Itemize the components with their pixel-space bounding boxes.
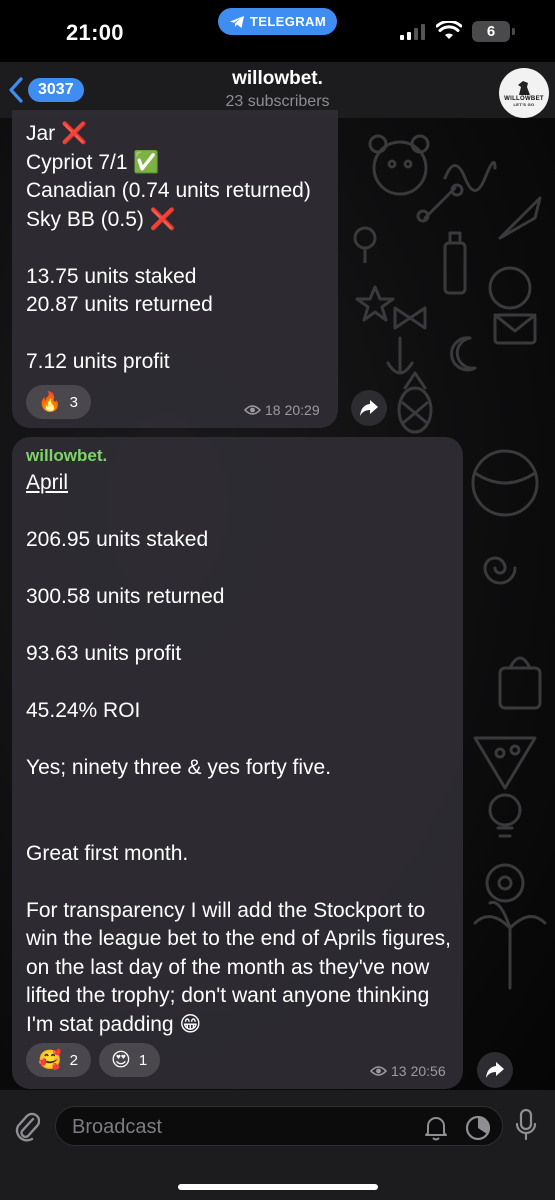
- sender-name[interactable]: willowbet.: [26, 445, 449, 467]
- input-placeholder: Broadcast: [72, 1116, 163, 1138]
- bell-icon[interactable]: [424, 1115, 448, 1141]
- subscriber-count: 23 subscribers: [225, 93, 330, 110]
- timer-icon[interactable]: [464, 1114, 492, 1142]
- eye-icon: [370, 1066, 387, 1076]
- message-line: 93.63 units profit: [26, 642, 182, 665]
- reaction-count: 2: [69, 1051, 79, 1069]
- doodle-lollipop: [353, 226, 377, 263]
- reaction-chip[interactable]: 😍 1: [99, 1043, 161, 1077]
- view-count: 18: [265, 402, 281, 418]
- reaction-emoji: 😍: [111, 1049, 131, 1071]
- message-line: Jar ❌: [26, 122, 88, 145]
- reaction-emoji: 🔥: [38, 392, 62, 413]
- message-meta: 13 20:56: [370, 1063, 446, 1079]
- message-line: [26, 320, 324, 349]
- message-line: For transparency I will add the Stockpor…: [26, 898, 451, 1036]
- doodle-palm: [473, 900, 547, 990]
- doodle-pizza: [473, 736, 537, 790]
- message-input[interactable]: Broadcast: [55, 1106, 503, 1146]
- reaction-emoji: 🥰: [38, 1050, 62, 1071]
- reaction-chip[interactable]: 🔥 3: [26, 385, 92, 419]
- message-line: Canadian (0.74 units returned): [26, 179, 311, 202]
- message-meta: 18 20:29: [244, 402, 320, 418]
- message-line: 45.24% ROI: [26, 699, 141, 722]
- message-bubble[interactable]: willowbet. April 206.95 units staked 300…: [12, 437, 463, 1089]
- wifi-icon: [436, 21, 462, 39]
- message-line: 300.58 units returned: [26, 585, 225, 608]
- message-time: 20:56: [410, 1063, 446, 1079]
- doodle-swirl: [483, 556, 517, 585]
- share-arrow-icon: [360, 400, 378, 416]
- doodle-bag: [498, 656, 542, 710]
- doodle-bone: [416, 183, 464, 223]
- doodle-pineapple: [397, 371, 433, 434]
- doodle-moon: [450, 336, 477, 372]
- channel-title[interactable]: willowbet.: [0, 68, 555, 90]
- doodle-bulb: [488, 793, 522, 838]
- battery-indicator: 6: [472, 21, 515, 42]
- message-line: 7.12 units profit: [26, 350, 170, 373]
- message-line: Cypriot 7/1 ✅: [26, 150, 160, 174]
- doodle-star: [355, 285, 395, 322]
- doodle-bottle: [443, 231, 467, 295]
- message-line: 20.87 units returned: [26, 293, 213, 316]
- share-button[interactable]: [477, 1052, 513, 1088]
- status-bar: 21:00 TELEGRAM 6: [0, 0, 555, 62]
- reaction-count: 1: [138, 1051, 148, 1069]
- view-count: 13: [391, 1063, 407, 1079]
- microphone-icon[interactable]: [514, 1108, 538, 1142]
- doodle-rocket: [498, 196, 542, 240]
- telegram-label: TELEGRAM: [249, 14, 327, 29]
- message-line: 206.95 units staked: [26, 528, 209, 551]
- paperclip-icon[interactable]: [14, 1110, 40, 1142]
- cell-signal-icon: [400, 24, 425, 40]
- message-bubble[interactable]: Jar ❌ Cypriot 7/1 ✅ Canadian (0.74 units…: [12, 110, 338, 428]
- message-line: Yes; ninety three & yes forty five.: [26, 756, 332, 779]
- message-line: Great first month.: [26, 841, 189, 865]
- message-line: [26, 234, 324, 263]
- telegram-plane-icon: [229, 15, 244, 28]
- doodle-envelope: [493, 313, 537, 345]
- home-indicator: [178, 1184, 378, 1190]
- share-button[interactable]: [351, 390, 387, 426]
- message-heading: April: [26, 471, 69, 494]
- reaction-bar: 🥰 2 😍 1: [26, 1043, 161, 1077]
- doodle-ball: [471, 449, 539, 517]
- eye-icon: [244, 405, 261, 415]
- message-time: 20:29: [284, 402, 320, 418]
- clock: 21:00: [66, 20, 124, 45]
- reaction-count: 3: [69, 393, 79, 411]
- horse-logo-icon: [518, 80, 530, 95]
- avatar-subtext: LET'S GO: [513, 101, 535, 107]
- share-arrow-icon: [486, 1062, 504, 1078]
- channel-avatar[interactable]: WILLOWBET LET'S GO: [499, 68, 549, 118]
- telegram-pill[interactable]: TELEGRAM: [218, 8, 337, 35]
- reaction-chip[interactable]: 🥰 2: [26, 1043, 92, 1077]
- reaction-bar: 🔥 3: [26, 385, 92, 419]
- message-line: Sky BB (0.5) ❌: [26, 207, 176, 231]
- message-line: 13.75 units staked: [26, 264, 197, 288]
- doodle-bow: [393, 306, 427, 330]
